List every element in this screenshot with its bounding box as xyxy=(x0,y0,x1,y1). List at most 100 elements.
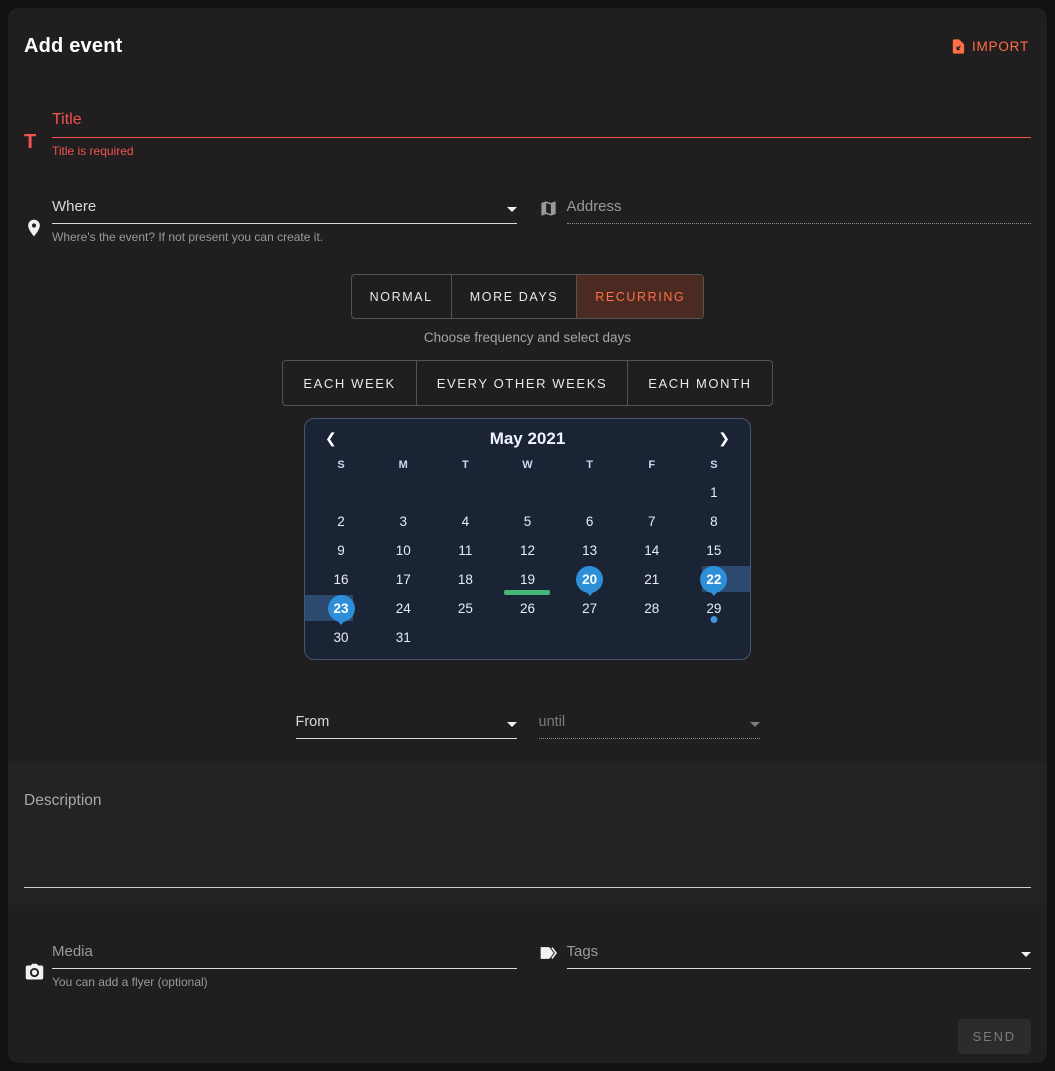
title-input[interactable]: Title xyxy=(52,111,1031,138)
location-pin-icon xyxy=(24,218,52,244)
calendar-day-number: 6 xyxy=(576,508,603,535)
calendar-day-24[interactable]: 24 xyxy=(372,594,434,623)
calendar-day-16[interactable]: 16 xyxy=(310,565,372,594)
tags-icon xyxy=(539,943,567,969)
calendar-day-header: S xyxy=(310,452,372,478)
calendar-day-15[interactable]: 15 xyxy=(683,536,745,565)
calendar-day-1[interactable]: 1 xyxy=(683,478,745,507)
calendar-day-27[interactable]: 27 xyxy=(559,594,621,623)
calendar-day-number: 29 xyxy=(700,595,727,622)
calendar-day-header: M xyxy=(372,452,434,478)
map-icon xyxy=(539,199,567,224)
import-file-icon xyxy=(950,38,967,55)
calendar-day-number: 26 xyxy=(514,595,541,622)
calendar-day-number: 4 xyxy=(452,508,479,535)
calendar-grid: SMTWTFS123456789101112131415161718192021… xyxy=(305,452,750,652)
address-input[interactable]: Address xyxy=(567,198,1032,224)
calendar-header: ❮ May 2021 ❯ xyxy=(305,419,750,452)
calendar-day-6[interactable]: 6 xyxy=(559,507,621,536)
media-field: Media You can add a flyer (optional) xyxy=(24,943,517,989)
calendar-day-23[interactable]: 23 xyxy=(310,594,372,623)
calendar-day-19[interactable]: 19 xyxy=(496,565,558,594)
calendar-day-22[interactable]: 22 xyxy=(683,565,745,594)
calendar-day-29[interactable]: 29 xyxy=(683,594,745,623)
calendar-day-30[interactable]: 30 xyxy=(310,623,372,652)
calendar-day-number: 1 xyxy=(700,479,727,506)
calendar-day-header: F xyxy=(621,452,683,478)
calendar-day-empty xyxy=(372,478,434,507)
calendar-day-3[interactable]: 3 xyxy=(372,507,434,536)
calendar-day-9[interactable]: 9 xyxy=(310,536,372,565)
title-icon: T xyxy=(24,132,52,158)
calendar-month-label: May 2021 xyxy=(490,429,566,449)
tags-select[interactable]: Tags xyxy=(567,943,1032,969)
calendar-day-empty xyxy=(496,478,558,507)
calendar-day-number: 17 xyxy=(390,566,417,593)
calendar-day-18[interactable]: 18 xyxy=(434,565,496,594)
calendar-day-empty xyxy=(434,623,496,652)
chevron-down-icon xyxy=(507,722,517,727)
tab-more-days[interactable]: MORE DAYS xyxy=(451,275,577,318)
description-placeholder: Description xyxy=(24,792,1031,810)
calendar-next-icon[interactable]: ❯ xyxy=(714,428,734,449)
tags-field: Tags xyxy=(539,943,1032,969)
calendar-day-empty xyxy=(621,623,683,652)
calendar-day-4[interactable]: 4 xyxy=(434,507,496,536)
add-event-card: Add event IMPORT T Title Title is requir… xyxy=(8,8,1047,1063)
calendar-day-header: W xyxy=(496,452,558,478)
calendar-day-20[interactable]: 20 xyxy=(559,565,621,594)
calendar-day-number: 13 xyxy=(576,537,603,564)
address-placeholder: Address xyxy=(567,198,622,215)
calendar-day-12[interactable]: 12 xyxy=(496,536,558,565)
where-select[interactable]: Where xyxy=(52,198,517,224)
calendar-day-8[interactable]: 8 xyxy=(683,507,745,536)
media-input[interactable]: Media xyxy=(52,943,517,969)
frequency-every-other-weeks[interactable]: EVERY OTHER WEEKS xyxy=(416,361,627,405)
calendar-day-empty xyxy=(559,623,621,652)
calendar-day-number: 24 xyxy=(390,595,417,622)
frequency-each-month[interactable]: EACH MONTH xyxy=(627,361,771,405)
calendar-day-7[interactable]: 7 xyxy=(621,507,683,536)
where-hint: Where's the event? If not present you ca… xyxy=(52,230,517,244)
calendar-day-number: 7 xyxy=(638,508,665,535)
media-hint: You can add a flyer (optional) xyxy=(52,975,517,989)
calendar-day-21[interactable]: 21 xyxy=(621,565,683,594)
camera-icon xyxy=(24,962,52,989)
calendar-day-13[interactable]: 13 xyxy=(559,536,621,565)
calendar-day-25[interactable]: 25 xyxy=(434,594,496,623)
recurrence-caption: Choose frequency and select days xyxy=(24,330,1031,345)
calendar-day-empty xyxy=(434,478,496,507)
title-error: Title is required xyxy=(52,144,1031,158)
calendar-day-28[interactable]: 28 xyxy=(621,594,683,623)
tab-recurring[interactable]: RECURRING xyxy=(576,275,703,318)
import-label: IMPORT xyxy=(972,39,1029,54)
event-type-tabs: NORMALMORE DAYSRECURRING xyxy=(351,274,705,319)
calendar-day-header: T xyxy=(559,452,621,478)
calendar-day-number: 19 xyxy=(514,566,541,593)
calendar-day-10[interactable]: 10 xyxy=(372,536,434,565)
calendar-day-31[interactable]: 31 xyxy=(372,623,434,652)
until-select[interactable]: until xyxy=(539,714,760,739)
calendar-day-2[interactable]: 2 xyxy=(310,507,372,536)
send-button[interactable]: SEND xyxy=(958,1019,1031,1054)
calendar-day-number: 12 xyxy=(514,537,541,564)
calendar-day-empty xyxy=(683,623,745,652)
calendar-day-empty xyxy=(559,478,621,507)
frequency-each-week[interactable]: EACH WEEK xyxy=(283,361,415,405)
calendar-day-5[interactable]: 5 xyxy=(496,507,558,536)
until-placeholder: until xyxy=(539,714,566,730)
calendar-prev-icon[interactable]: ❮ xyxy=(321,428,341,449)
from-select[interactable]: From xyxy=(296,714,517,739)
description-underline xyxy=(24,887,1031,888)
address-field: Address xyxy=(539,198,1032,224)
calendar-day-11[interactable]: 11 xyxy=(434,536,496,565)
import-button[interactable]: IMPORT xyxy=(948,34,1031,59)
calendar-day-17[interactable]: 17 xyxy=(372,565,434,594)
description-textarea[interactable]: Description xyxy=(8,763,1047,905)
media-placeholder: Media xyxy=(52,943,93,960)
calendar-day-number: 31 xyxy=(390,624,417,651)
calendar-day-14[interactable]: 14 xyxy=(621,536,683,565)
tab-normal[interactable]: NORMAL xyxy=(352,275,451,318)
chevron-down-icon xyxy=(1021,952,1031,957)
calendar-day-26[interactable]: 26 xyxy=(496,594,558,623)
